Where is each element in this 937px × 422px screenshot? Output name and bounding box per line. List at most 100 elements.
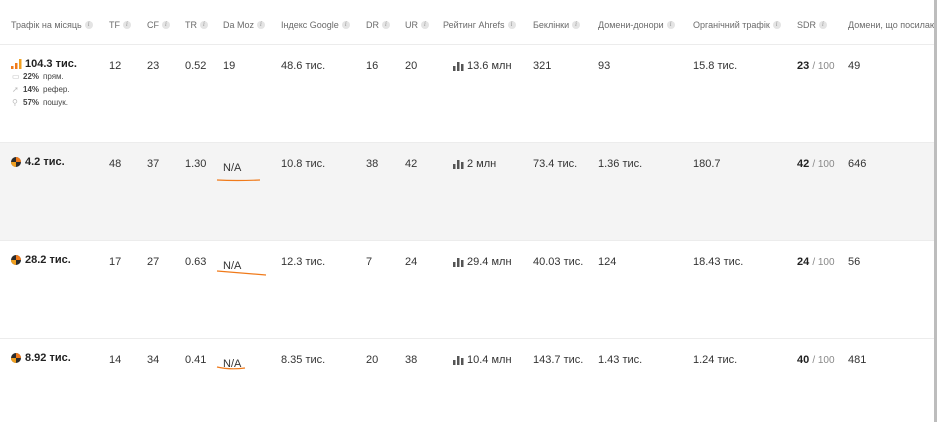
- traffic-cell: 8.92 тис.: [11, 352, 71, 364]
- dr-value: 20: [366, 354, 379, 366]
- ahrefs-rank-value: 13.6 млн: [467, 60, 512, 72]
- sdr-cell: 23 / 100: [797, 60, 835, 72]
- link-icon: ➚: [12, 85, 19, 94]
- backlinks-value[interactable]: 321: [533, 60, 551, 72]
- col-google-index[interactable]: Індекс Google i: [281, 20, 350, 30]
- tr-value: 0.63: [185, 256, 207, 268]
- organic-value[interactable]: 18.43 тис.: [693, 256, 743, 268]
- traffic-cell: 104.3 тис. ▭ 22% прям. ➚ 14% рефер. ⚲ 57…: [11, 58, 77, 109]
- col-donor-domains[interactable]: Домени-донори i: [598, 20, 675, 30]
- info-icon[interactable]: i: [772, 21, 781, 29]
- info-icon[interactable]: i: [666, 21, 675, 29]
- cf-value: 27: [147, 256, 160, 268]
- col-organic[interactable]: Органічний трафік i: [693, 20, 781, 30]
- linking-domains-value[interactable]: 56: [848, 256, 860, 268]
- info-icon[interactable]: i: [257, 21, 266, 29]
- tf-value: 14: [109, 354, 122, 366]
- ahrefs-rank-value: 2 млн: [467, 158, 497, 170]
- annotation-underline: [216, 270, 267, 276]
- backlinks-value[interactable]: 73.4 тис.: [533, 158, 577, 170]
- donor-domains-value[interactable]: 93: [598, 60, 610, 72]
- linking-domains-value[interactable]: 49: [848, 60, 860, 72]
- dr-value: 16: [366, 60, 379, 72]
- ahrefs-rank-value: 10.4 млн: [467, 354, 512, 366]
- col-sdr[interactable]: SDR i: [797, 20, 828, 30]
- ahrefs-rank-cell[interactable]: 29.4 млн: [453, 256, 512, 268]
- tf-value: 17: [109, 256, 122, 268]
- tr-value: 0.41: [185, 354, 207, 366]
- info-icon[interactable]: i: [572, 21, 581, 29]
- info-icon[interactable]: i: [382, 21, 390, 29]
- sdr-cell: 40 / 100: [797, 354, 835, 366]
- seo-metrics-table: Трафік на місяць i TF i CF i TR i Da Moz i Ін…: [0, 0, 937, 422]
- col-traffic[interactable]: Трафік на місяць i: [11, 20, 93, 30]
- table-row: 28.2 тис. 17 27 0.63 N/A 12.3 тис. 7 24 …: [0, 241, 937, 339]
- traffic-cell: 28.2 тис.: [11, 254, 71, 266]
- organic-value[interactable]: 15.8 тис.: [693, 60, 737, 72]
- dr-value: 7: [366, 256, 373, 268]
- ahrefs-rank-cell[interactable]: 10.4 млн: [453, 354, 512, 366]
- traffic-value[interactable]: 4.2 тис.: [25, 156, 65, 168]
- col-tf[interactable]: TF i: [109, 20, 131, 30]
- col-dr[interactable]: DR i: [366, 20, 390, 30]
- google-index-value[interactable]: 8.35 тис.: [281, 354, 325, 366]
- site-logo-icon: [11, 157, 21, 167]
- cf-value: 34: [147, 354, 160, 366]
- tf-value: 48: [109, 158, 122, 170]
- donor-domains-value[interactable]: 1.36 тис.: [598, 158, 642, 170]
- ur-value: 24: [405, 256, 418, 268]
- table-header: Трафік на місяць i TF i CF i TR i Da Moz i Ін…: [0, 0, 937, 45]
- ahrefs-rank-cell[interactable]: 2 млн: [453, 158, 496, 170]
- info-icon[interactable]: i: [84, 21, 93, 29]
- info-icon[interactable]: i: [507, 21, 516, 29]
- backlinks-value[interactable]: 40.03 тис.: [533, 256, 583, 268]
- sdr-cell: 24 / 100: [797, 256, 835, 268]
- info-icon[interactable]: i: [819, 21, 828, 29]
- col-ahrefs-rank[interactable]: Рейтинг Ahrefs i: [443, 20, 516, 30]
- dr-value: 38: [366, 158, 379, 170]
- col-damoz[interactable]: Da Moz i: [223, 20, 266, 30]
- tr-value: 1.30: [185, 158, 207, 170]
- organic-value[interactable]: 180.7: [693, 158, 721, 170]
- sdr-value: 40: [797, 354, 810, 366]
- donor-domains-value[interactable]: 124: [598, 256, 616, 268]
- traffic-value[interactable]: 8.92 тис.: [25, 352, 71, 364]
- info-icon[interactable]: i: [421, 21, 429, 29]
- linking-domains-value[interactable]: 481: [848, 354, 866, 366]
- sdr-cell: 42 / 100: [797, 158, 835, 170]
- linking-domains-value[interactable]: 646: [848, 158, 866, 170]
- col-tr[interactable]: TR i: [185, 20, 208, 30]
- bar-chart-icon: [453, 355, 464, 365]
- annotation-underline: [216, 366, 246, 370]
- bar-chart-icon: [453, 257, 464, 267]
- info-icon[interactable]: i: [200, 21, 208, 29]
- google-index-value[interactable]: 10.8 тис.: [281, 158, 325, 170]
- google-index-value[interactable]: 12.3 тис.: [281, 256, 325, 268]
- cf-value: 37: [147, 158, 160, 170]
- ur-value: 20: [405, 60, 418, 72]
- info-icon[interactable]: i: [341, 21, 350, 29]
- tr-value: 0.52: [185, 60, 207, 72]
- cf-value: 23: [147, 60, 160, 72]
- col-cf[interactable]: CF i: [147, 20, 170, 30]
- donor-domains-value[interactable]: 1.43 тис.: [598, 354, 642, 366]
- source-direct: ▭ 22% прям.: [12, 72, 64, 81]
- info-icon[interactable]: i: [162, 21, 170, 29]
- col-ur[interactable]: UR i: [405, 20, 429, 30]
- info-icon[interactable]: i: [123, 21, 131, 29]
- sdr-value: 24: [797, 256, 810, 268]
- col-backlinks[interactable]: Беклінки i: [533, 20, 581, 30]
- table-row: 8.92 тис. 14 34 0.41 N/A 8.35 тис. 20 38…: [0, 339, 937, 422]
- organic-value[interactable]: 1.24 тис.: [693, 354, 737, 366]
- sdr-value: 42: [797, 158, 810, 170]
- damoz-value: 19: [223, 60, 236, 72]
- backlinks-value[interactable]: 143.7 тис.: [533, 354, 583, 366]
- source-referral: ➚ 14% рефер.: [12, 85, 70, 94]
- traffic-value[interactable]: 104.3 тис.: [25, 58, 77, 70]
- col-linking-domains[interactable]: Домени, що посилаю: [848, 20, 937, 30]
- search-icon: ⚲: [12, 98, 18, 107]
- damoz-value: N/A: [223, 162, 242, 174]
- google-index-value[interactable]: 48.6 тис.: [281, 60, 325, 72]
- ahrefs-rank-cell[interactable]: 13.6 млн: [453, 60, 512, 72]
- traffic-value[interactable]: 28.2 тис.: [25, 254, 71, 266]
